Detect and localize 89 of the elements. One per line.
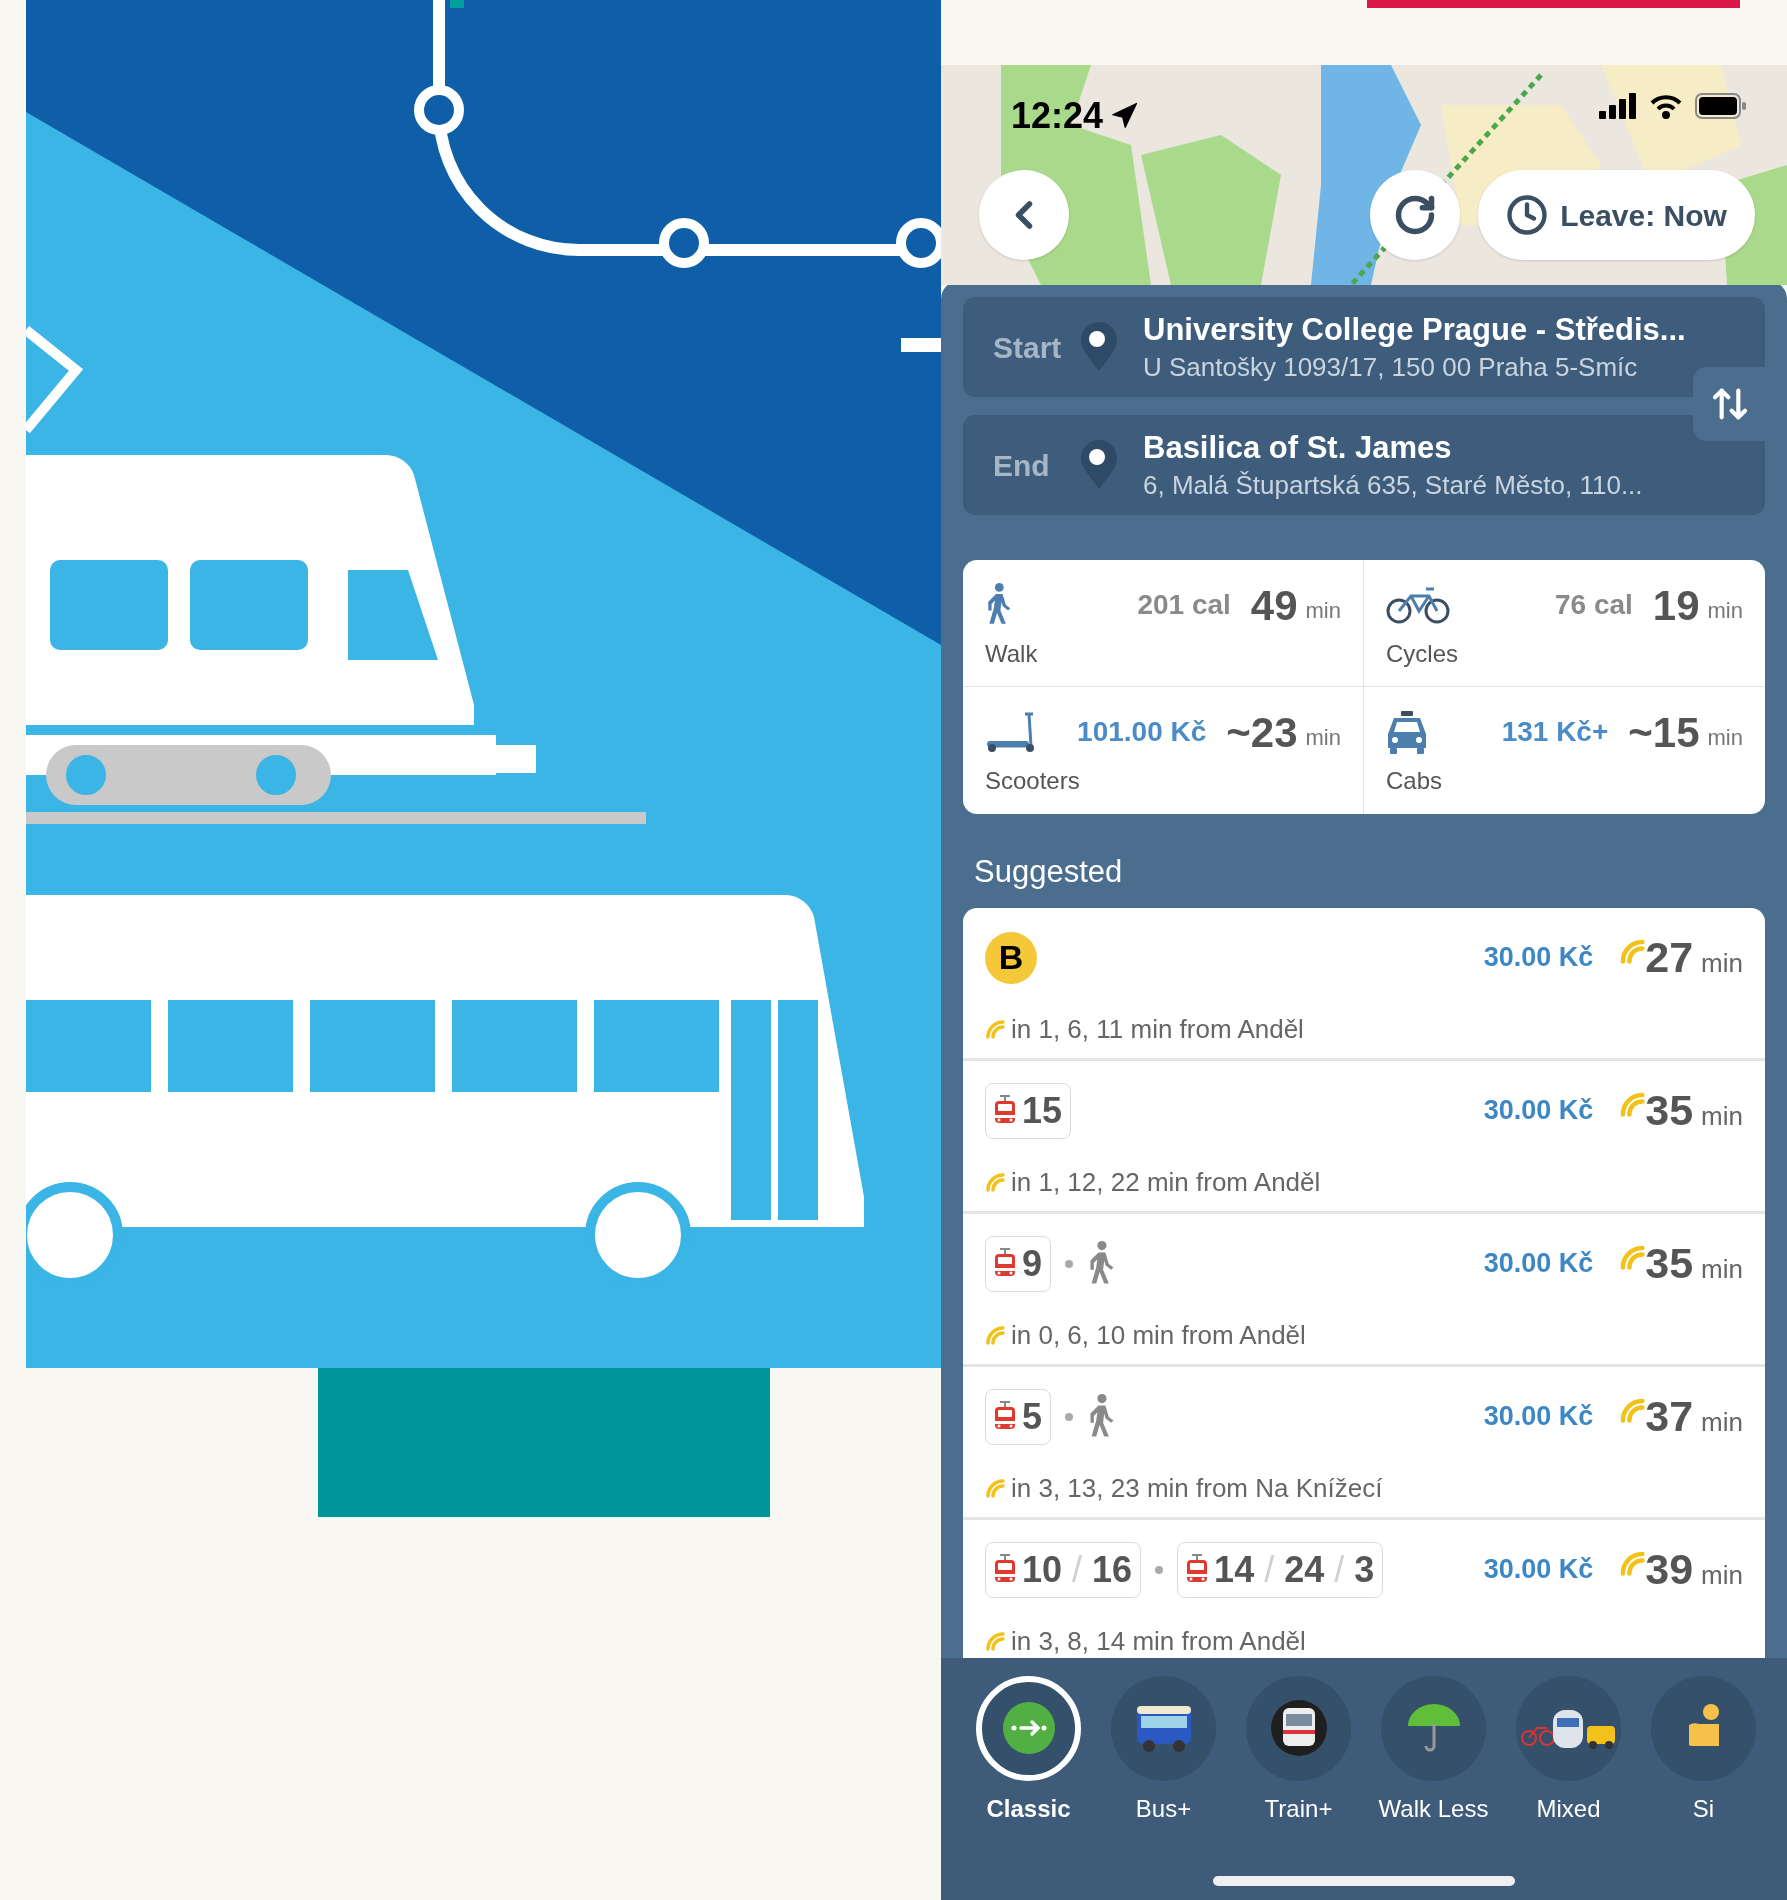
price-text: 30.00 Kč	[1483, 1553, 1594, 1587]
duration-unit: min	[1701, 1100, 1743, 1133]
walk-icon	[1087, 1393, 1115, 1440]
wifi-icon	[1649, 93, 1683, 119]
duration-unit: min	[1305, 596, 1341, 625]
duration-value: 27	[1645, 932, 1694, 984]
location-label: Start	[993, 329, 1063, 366]
duration-unit: min	[1701, 1406, 1743, 1439]
pin-icon	[1079, 439, 1119, 491]
duration-value: 19	[1652, 580, 1700, 631]
leave-now-button[interactable]: Leave: Now	[1478, 170, 1755, 260]
realtime-icon	[1619, 1396, 1646, 1423]
section-title: Suggested	[974, 853, 1124, 891]
price-text: 30.00 Kč	[1483, 1247, 1594, 1281]
location-address: 6, Malá Štupartská 635, Staré Město, 110...	[1143, 469, 1643, 502]
status-time: 12:24	[1011, 94, 1104, 138]
duration-value: 39	[1645, 1544, 1694, 1596]
duration-value: ~15	[1628, 707, 1700, 758]
travel-mode-tile[interactable]: 201 cal 49 min Walk	[963, 560, 1364, 687]
line-number: 5	[1022, 1394, 1043, 1439]
travel-mode-label: Walk	[985, 639, 1039, 669]
walk-icon	[985, 583, 1012, 627]
line-number: 15	[1022, 1088, 1063, 1133]
realtime-icon	[1619, 1090, 1646, 1117]
departures-text: in 1, 12, 22 min from Anděl	[1011, 1165, 1321, 1199]
price-text: 131 Kč+	[1501, 715, 1609, 749]
line-number: 9	[1022, 1241, 1043, 1286]
calories-text: 76 cal	[1554, 588, 1633, 622]
line-number: 10	[1022, 1547, 1063, 1592]
line-number: 24	[1284, 1547, 1325, 1592]
realtime-icon	[985, 1172, 1005, 1192]
duration-unit: min	[1701, 1253, 1743, 1286]
metro-line-badge: B	[985, 931, 1037, 984]
price-text: 30.00 Kč	[1483, 1094, 1594, 1128]
location-arrow-icon	[1109, 101, 1140, 131]
travel-mode-tile[interactable]: 76 cal 19 min Cycles	[1364, 560, 1765, 687]
signal-icon	[1599, 93, 1637, 119]
realtime-icon	[1619, 937, 1646, 964]
refresh-icon	[1393, 193, 1437, 237]
line-number: 14	[1214, 1547, 1255, 1592]
duration-unit: min	[1707, 723, 1743, 752]
clock-icon	[1506, 194, 1549, 236]
duration-unit: min	[1305, 723, 1341, 752]
line-separator: /	[1334, 1547, 1345, 1592]
departures-text: in 0, 6, 10 min from Anděl	[1011, 1318, 1306, 1352]
realtime-icon	[985, 1631, 1005, 1651]
realtime-icon	[1619, 1243, 1646, 1270]
swap-button[interactable]	[1693, 367, 1767, 441]
location-label: End	[993, 447, 1051, 484]
departures-text: in 1, 6, 11 min from Anděl	[1011, 1012, 1304, 1046]
line-number: 3	[1354, 1547, 1375, 1592]
departures-text: in 3, 13, 23 min from Na Knížecí	[1011, 1471, 1383, 1505]
duration-unit: min	[1701, 947, 1743, 980]
calories-text: 201 cal	[1137, 588, 1231, 622]
travel-mode-tile[interactable]: 101.00 Kč ~23 min Scooters	[963, 687, 1364, 814]
travel-mode-label: Cabs	[1386, 766, 1444, 796]
pin-icon	[1079, 321, 1119, 373]
realtime-icon	[985, 1478, 1005, 1498]
battery-icon	[1695, 93, 1747, 119]
taxi-icon	[1386, 710, 1428, 754]
location-name: University College Prague - Středis...	[1143, 311, 1686, 349]
duration-unit: min	[1707, 596, 1743, 625]
location-card[interactable]: Start University College Prague - Středis... U Santošky 1093/17, 150 00 Praha 5-Smíc	[963, 297, 1765, 397]
line-separator: /	[1072, 1547, 1083, 1592]
location-card[interactable]: End Basilica of St. James 6, Malá Štupartská 635, Staré Město, 110...	[963, 415, 1765, 515]
duration-value: ~23	[1226, 707, 1298, 758]
duration-unit: min	[1701, 1559, 1743, 1592]
line-number: 16	[1092, 1547, 1133, 1592]
location-name: Basilica of St. James	[1143, 429, 1453, 467]
price-text: 101.00 Kč	[1077, 715, 1207, 749]
realtime-icon	[985, 1325, 1005, 1345]
duration-value: 35	[1645, 1238, 1694, 1290]
line-separator: /	[1264, 1547, 1275, 1592]
departures-text: in 3, 8, 14 min from Anděl	[1011, 1624, 1306, 1658]
travel-mode-label: Cycles	[1386, 639, 1459, 669]
bicycle-icon	[1386, 586, 1450, 624]
walk-icon	[1087, 1240, 1115, 1287]
train-icon	[1270, 1700, 1327, 1756]
realtime-icon	[1619, 1549, 1646, 1576]
travel-mode-tile[interactable]: 131 Kč+ ~15 min Cabs	[1364, 687, 1765, 814]
travel-mode-label: Scooters	[985, 766, 1081, 796]
price-text: 30.00 Kč	[1483, 1400, 1594, 1434]
price-text: 30.00 Kč	[1483, 941, 1594, 975]
duration-value: 35	[1645, 1085, 1694, 1137]
duration-value: 49	[1250, 580, 1298, 631]
realtime-icon	[985, 1019, 1005, 1039]
duration-value: 37	[1645, 1391, 1694, 1443]
location-address: U Santošky 1093/17, 150 00 Praha 5-Smíc	[1143, 351, 1639, 384]
scooter-icon	[985, 711, 1037, 753]
